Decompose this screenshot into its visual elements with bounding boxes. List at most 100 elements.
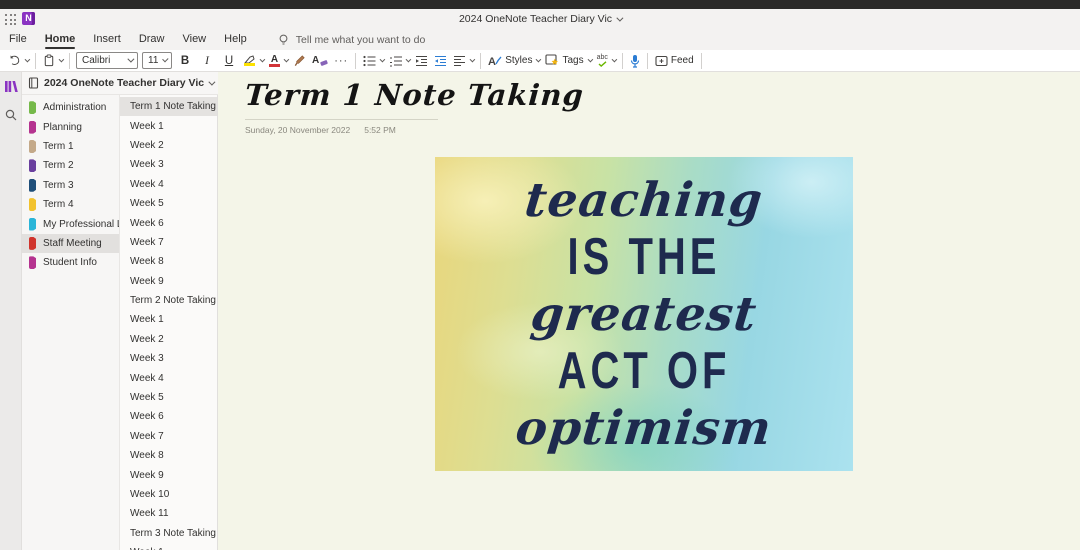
- numbered-list-button[interactable]: [386, 52, 412, 70]
- styles-button[interactable]: A Styles: [485, 52, 542, 70]
- spell-check-button[interactable]: abc: [594, 52, 618, 70]
- bullet-list-icon: [363, 55, 376, 66]
- undo-icon: [10, 55, 20, 65]
- app-header: N 2024 OneNote Teacher Diary Vic: [0, 9, 1080, 30]
- svg-text:A: A: [488, 56, 496, 67]
- italic-button[interactable]: I: [196, 52, 218, 70]
- menu-item-help[interactable]: Help: [215, 30, 256, 50]
- sidebar-page-item[interactable]: Week 7: [120, 233, 217, 252]
- tags-button[interactable]: Tags: [542, 52, 593, 70]
- clear-formatting-button[interactable]: A: [309, 52, 331, 70]
- menu-item-home[interactable]: Home: [36, 30, 85, 50]
- sidebar-section-item[interactable]: Term 2: [22, 156, 119, 175]
- menu-item-view[interactable]: View: [173, 30, 215, 50]
- section-color-tab: [29, 139, 36, 153]
- page-label: Week 7: [130, 430, 164, 442]
- sidebar-page-item[interactable]: Week 5: [120, 388, 217, 407]
- section-color-tab: [29, 101, 36, 115]
- font-color-button[interactable]: A: [266, 52, 290, 70]
- sidebar-page-item[interactable]: Week 1: [120, 310, 217, 329]
- dictate-button[interactable]: [627, 52, 643, 70]
- sidebar-section-item[interactable]: Term 1: [22, 137, 119, 156]
- search-icon[interactable]: [5, 109, 17, 121]
- quote-text-line: greatest: [528, 286, 760, 342]
- page-label: Week 4: [130, 178, 164, 190]
- font-color-swatch: [269, 63, 280, 67]
- page-date: Sunday, 20 November 2022: [245, 125, 351, 135]
- format-painter-icon: [294, 55, 305, 66]
- sidebar-page-item[interactable]: Week 1: [120, 116, 217, 135]
- notebooks-icon[interactable]: [4, 80, 18, 93]
- sidebar-page-item[interactable]: Week 3: [120, 155, 217, 174]
- sidebar-page-item[interactable]: Term 2 Note Taking: [120, 291, 217, 310]
- page-label: Week 11: [130, 508, 169, 520]
- quote-image[interactable]: teaching IS THE greatest ACT OF optimism: [435, 157, 853, 471]
- sidebar-page-item[interactable]: Week 5: [120, 194, 217, 213]
- page-title[interactable]: Term 1 Note Taking: [244, 78, 585, 112]
- sidebar-page-item[interactable]: Week 2: [120, 330, 217, 349]
- increase-indent-button[interactable]: [431, 52, 450, 70]
- feed-button[interactable]: Feed: [652, 52, 697, 70]
- bold-button[interactable]: B: [174, 52, 196, 70]
- sidebar-page-item[interactable]: Week 10: [120, 485, 217, 504]
- page-label: Week 9: [130, 469, 164, 481]
- menu-item-draw[interactable]: Draw: [130, 30, 174, 50]
- sidebar-page-item[interactable]: Term 1 Note Taking: [120, 97, 217, 117]
- sidebar-section-item[interactable]: Term 3: [22, 176, 119, 195]
- section-color-tab: [29, 198, 36, 212]
- sidebar-page-item[interactable]: Week 6: [120, 407, 217, 426]
- sidebar-page-item[interactable]: Week 8: [120, 252, 217, 271]
- page-label: Week 7: [130, 236, 164, 248]
- sidebar-section-item[interactable]: Staff Meeting: [22, 233, 119, 254]
- page-label: Week 2: [130, 333, 164, 345]
- notebook-icon: [28, 77, 39, 89]
- styles-icon: A: [488, 56, 502, 67]
- page-content[interactable]: Term 1 Note Taking Sunday, 20 November 2…: [218, 72, 1080, 550]
- sidebar-page-item[interactable]: Week 7: [120, 427, 217, 446]
- page-label: Week 5: [130, 198, 164, 210]
- decrease-indent-button[interactable]: [412, 52, 431, 70]
- sidebar-page-item[interactable]: Week 11: [120, 504, 217, 523]
- section-color-tab: [29, 178, 36, 192]
- paste-button[interactable]: [40, 52, 65, 70]
- section-label: Term 1: [43, 140, 74, 152]
- sidebar-page-item[interactable]: Week 3: [120, 349, 217, 368]
- menu-item-insert[interactable]: Insert: [84, 30, 130, 50]
- sidebar-section-item[interactable]: Administration: [22, 98, 119, 117]
- page-label: Week 9: [130, 275, 164, 287]
- format-painter-button[interactable]: [290, 52, 309, 70]
- sidebar-page-item[interactable]: Week 4: [120, 175, 217, 194]
- sidebar-page-item[interactable]: Week 4: [120, 368, 217, 387]
- alignment-button[interactable]: [450, 52, 476, 70]
- sidebar-section-item[interactable]: Term 4: [22, 195, 119, 214]
- microphone-icon: [630, 54, 639, 68]
- notebook-header[interactable]: 2024 OneNote Teacher Diary Vic: [22, 72, 218, 95]
- sidebar-page-item[interactable]: Week 2: [120, 136, 217, 155]
- sidebar-section-item[interactable]: Student Info: [22, 253, 119, 272]
- tell-me-search[interactable]: Tell me what you want to do: [278, 34, 425, 47]
- document-title[interactable]: 2024 OneNote Teacher Diary Vic: [0, 13, 1080, 25]
- highlight-button[interactable]: [240, 52, 266, 70]
- section-label: Student Info: [43, 257, 97, 269]
- font-name-select[interactable]: Calibri: [76, 52, 138, 69]
- bullet-list-button[interactable]: [360, 52, 386, 70]
- undo-button[interactable]: [5, 52, 31, 70]
- sidebar-page-item[interactable]: Term 3 Note Taking: [120, 524, 217, 543]
- eraser-icon: [320, 59, 328, 66]
- sidebar-section-item[interactable]: My Professional Learn…: [22, 214, 119, 233]
- menu-item-file[interactable]: File: [0, 30, 36, 50]
- page-label: Week 4: [130, 372, 164, 384]
- sidebar-page-item[interactable]: Week 1: [120, 543, 217, 550]
- numbered-list-icon: [390, 55, 403, 66]
- ribbon-toolbar: Calibri 11 B I U A A ··· A Styles Tags a…: [0, 50, 1080, 72]
- section-label: Term 4: [43, 199, 74, 211]
- underline-button[interactable]: U: [218, 52, 240, 70]
- sidebar-page-item[interactable]: Week 6: [120, 213, 217, 232]
- font-size-select[interactable]: 11: [142, 52, 172, 69]
- more-formatting-button[interactable]: ···: [331, 52, 351, 70]
- sidebar-page-item[interactable]: Week 8: [120, 446, 217, 465]
- sidebar-page-item[interactable]: Week 9: [120, 465, 217, 484]
- left-rail: [0, 72, 22, 550]
- sidebar-section-item[interactable]: Planning: [22, 117, 119, 136]
- sidebar-page-item[interactable]: Week 9: [120, 272, 217, 291]
